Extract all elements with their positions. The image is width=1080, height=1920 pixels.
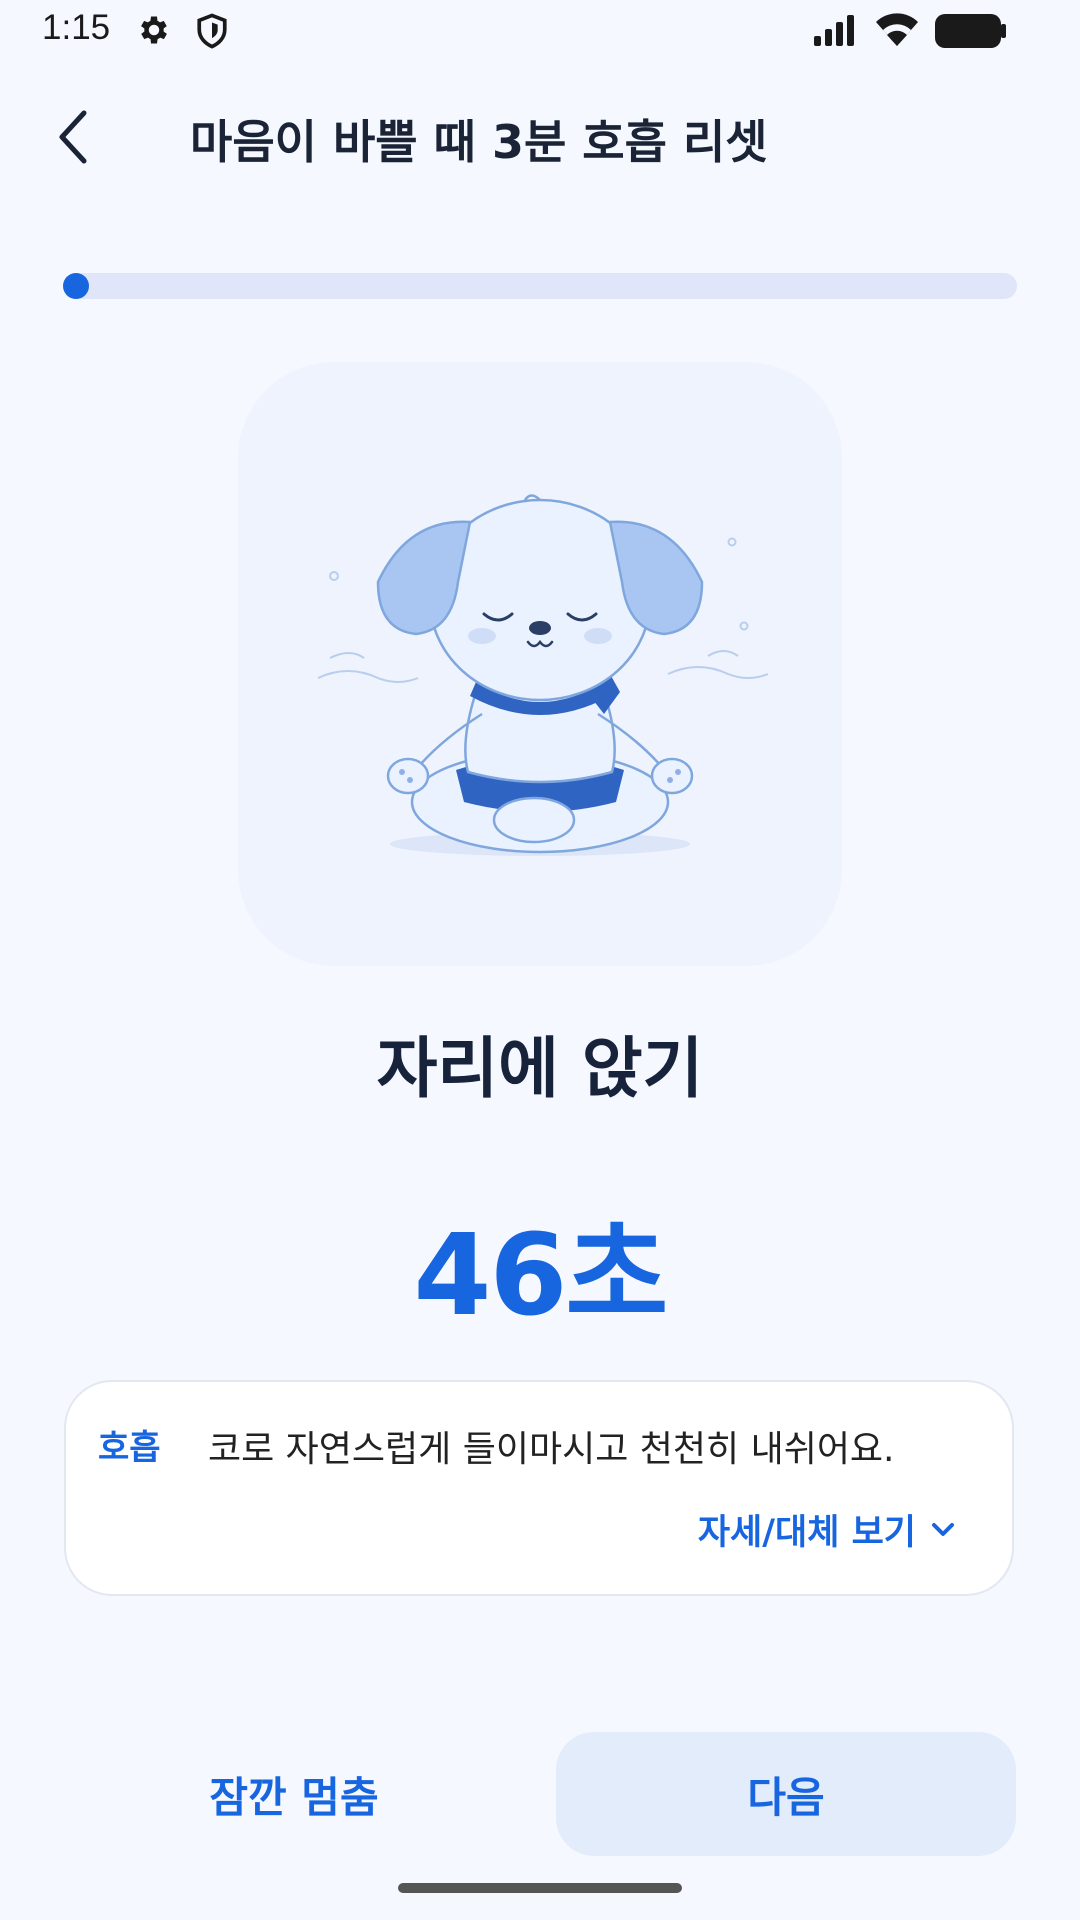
battery-icon xyxy=(935,13,1007,53)
detail-label: 자세/대체 보기 xyxy=(697,1513,916,1553)
step-title: 자리에 앉기 xyxy=(376,1030,704,1107)
page-title: 마음이 바쁠 때 3분 호흡 리셋 xyxy=(190,115,768,169)
chevron-down-icon xyxy=(932,1522,954,1536)
meditating-puppy-illustration xyxy=(317,494,769,856)
status-bar: 1:15 xyxy=(0,0,1080,62)
info-text: 코로 자연스럽게 들이마시고 천천히 내쉬어요. xyxy=(208,1429,895,1470)
home-indicator[interactable] xyxy=(398,1883,682,1893)
shield-icon xyxy=(195,12,229,54)
next-button[interactable]: 다음 xyxy=(556,1732,1016,1856)
wifi-icon xyxy=(874,12,920,52)
illustration-card xyxy=(238,362,842,966)
back-arrow-icon xyxy=(59,110,87,164)
info-label: 호흡 xyxy=(98,1428,161,1468)
status-time: 1:15 xyxy=(42,8,111,47)
timer-countdown: 46초 xyxy=(413,1211,669,1341)
progress-track xyxy=(63,273,1017,299)
pause-button[interactable]: 잠깐 멈춤 xyxy=(64,1732,524,1856)
breathing-info-card: 호흡 코로 자연스럽게 들이마시고 천천히 내쉬어요. 자세/대체 보기 xyxy=(64,1380,1014,1596)
gear-icon xyxy=(136,12,172,52)
back-button[interactable] xyxy=(44,100,104,174)
signal-icon xyxy=(812,14,860,52)
detail-toggle-button[interactable]: 자세/대체 보기 xyxy=(698,1504,956,1555)
progress-indicator xyxy=(63,273,89,299)
